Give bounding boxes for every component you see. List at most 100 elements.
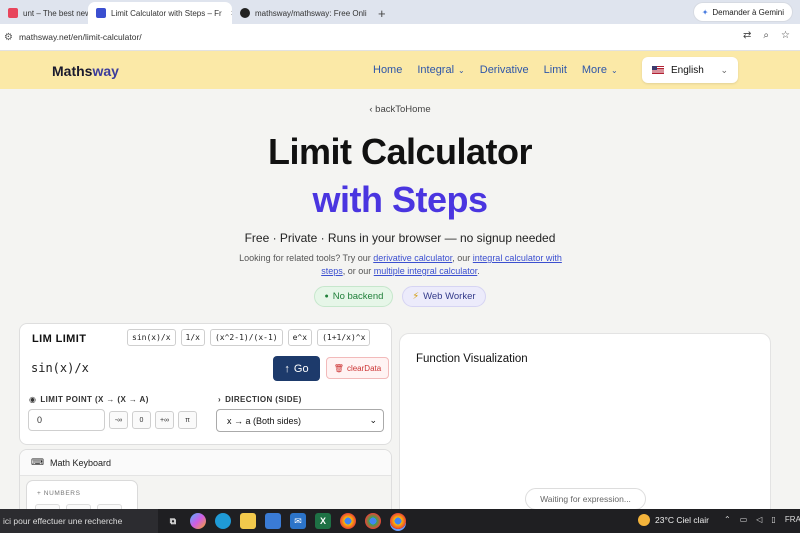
direction-label: › DIRECTION (SIDE) <box>218 395 302 404</box>
tab-favicon-icon <box>96 8 106 18</box>
visualization-status: Waiting for expression... <box>525 488 646 510</box>
nav-derivative[interactable]: Derivative <box>480 64 529 76</box>
network-icon[interactable]: ▭ <box>740 515 748 524</box>
github-icon <box>240 8 250 18</box>
chevron-down-icon: ⌄ <box>610 65 618 75</box>
dot-icon: ● <box>324 293 329 300</box>
task-view-icon[interactable]: ⧉ <box>165 513 181 529</box>
weather-sun-icon <box>638 514 650 526</box>
point-button[interactable]: 0 <box>132 411 151 429</box>
nav-limit[interactable]: Limit <box>544 64 567 76</box>
windows-taskbar: ici pour effectuer une recherche ⧉ ✉ X 2… <box>0 509 800 533</box>
chevron-down-icon: ⌄ <box>720 64 728 75</box>
nav-home[interactable]: Home <box>373 64 402 76</box>
direction-label-text: DIRECTION (SIDE) <box>225 395 302 404</box>
multiple-integral-calculator-link[interactable]: multiple integral calculator <box>374 266 478 276</box>
new-tab-button[interactable]: + <box>370 2 394 24</box>
limit-point-label: ◉ LIMIT POINT (X → (X → A) <box>29 395 149 404</box>
address-bar-actions: ⇄ ⌕ ☆ <box>743 30 790 41</box>
bookmark-star-icon[interactable]: ☆ <box>781 30 790 41</box>
related-prefix: Looking for related tools? Try our <box>239 253 374 263</box>
numbers-section-label: + NUMBERS <box>37 490 81 497</box>
point-button[interactable]: +∞ <box>155 411 174 429</box>
go-button[interactable]: ↑ Go <box>273 356 320 381</box>
point-button[interactable]: -∞ <box>109 411 128 429</box>
volume-icon[interactable]: ◁ <box>756 515 762 524</box>
language-label: English <box>671 64 704 76</box>
tab-favicon-icon <box>8 8 18 18</box>
weather-text: 23°C Ciel clair <box>655 515 709 525</box>
weather-widget[interactable]: 23°C Ciel clair <box>638 514 709 526</box>
chevron-down-icon: ⌄ <box>458 65 465 75</box>
chevron-down-icon: ⌄ <box>369 415 377 425</box>
direction-select[interactable]: x → a (Both sides) ⌄ <box>216 409 384 432</box>
preset-chip[interactable]: (1+1/x)^x <box>317 329 371 346</box>
expression-input[interactable]: sin(x)/x <box>31 361 89 375</box>
site-info-icon[interactable]: ⚙ <box>4 32 13 43</box>
preset-chip[interactable]: sin(x)/x <box>127 329 176 346</box>
related-mid: , or our <box>342 266 374 276</box>
site-logo[interactable]: Mathsway <box>52 63 119 79</box>
copilot-icon[interactable] <box>190 513 206 529</box>
mail-icon[interactable]: ✉ <box>290 513 306 529</box>
related-suffix: . <box>477 266 480 276</box>
sparkle-icon: ✦ <box>701 7 709 17</box>
preset-chip[interactable]: e^x <box>287 329 313 346</box>
related-tools-text: Looking for related tools? Try our deriv… <box>228 252 573 278</box>
language-indicator[interactable]: FRA <box>785 515 800 524</box>
keyboard-header[interactable]: ⌨ Math Keyboard <box>20 450 391 476</box>
badge-label: No backend <box>332 291 384 302</box>
edge-icon[interactable] <box>215 513 231 529</box>
file-explorer-icon[interactable] <box>240 513 256 529</box>
clear-button[interactable]: 🗑 clearData <box>326 357 389 379</box>
chevron-up-icon[interactable]: ⌃ <box>724 515 731 524</box>
tab-label: unt – The best new p <box>23 8 88 18</box>
direction-value: x → a (Both sides) <box>227 415 302 426</box>
page-title-accent: with Steps <box>312 179 488 220</box>
gemini-label: Demander à Gemini <box>712 7 784 17</box>
limit-point-input[interactable]: 0 <box>28 409 105 431</box>
language-selector[interactable]: English ⌄ <box>642 57 738 83</box>
feature-badges: ● No backend ⚡ Web Worker <box>0 286 800 307</box>
taskbar-search[interactable]: ici pour effectuer une recherche <box>0 509 158 533</box>
store-icon[interactable] <box>265 513 281 529</box>
us-flag-icon <box>652 66 664 74</box>
back-label: backToHome <box>375 104 431 115</box>
lightning-icon: ⚡ <box>412 291 420 302</box>
taskbar-apps: ⧉ ✉ X <box>165 513 406 529</box>
back-to-home-link[interactable]: ‹ backToHome <box>0 104 800 115</box>
nav-label: More <box>581 64 607 76</box>
calculator-title: LIM LIMIT <box>32 333 87 345</box>
browser-tab[interactable]: mathsway/mathsway: Free Onli × <box>232 2 370 24</box>
no-backend-badge: ● No backend <box>314 286 394 307</box>
function-visualization-panel: Function Visualization Waiting for expre… <box>399 333 771 533</box>
nav-integral[interactable]: Integral ⌄ <box>417 64 464 76</box>
chrome-active-icon[interactable] <box>390 513 406 529</box>
address-bar[interactable]: ⚙ mathsway.net/en/limit-calculator/ ⇄ ⌕ … <box>0 24 800 51</box>
nav-more[interactable]: More ⌄ <box>582 64 618 76</box>
point-button[interactable]: π <box>178 411 197 429</box>
chrome-icon[interactable] <box>365 513 381 529</box>
zoom-icon[interactable]: ⌕ <box>763 30 769 41</box>
go-label: Go <box>293 362 309 375</box>
excel-icon[interactable]: X <box>315 513 331 529</box>
browser-tab[interactable]: unt – The best new p × <box>0 2 88 24</box>
chrome-icon[interactable] <box>340 513 356 529</box>
chevron-right-icon: › <box>218 395 222 404</box>
web-worker-badge: ⚡ Web Worker <box>402 286 486 307</box>
derivative-calculator-link[interactable]: derivative calculator <box>373 253 452 263</box>
preset-chip[interactable]: (x^2-1)/(x-1) <box>209 329 283 346</box>
badge-label: Web Worker <box>423 291 476 302</box>
translate-icon[interactable]: ⇄ <box>743 30 751 41</box>
limit-calculator-panel: LIM LIMIT sin(x)/x 1/x (x^2-1)/(x-1) e^x… <box>19 323 392 445</box>
browser-tab-active[interactable]: Limit Calculator with Steps – Fr × <box>88 2 232 24</box>
related-mid: , our <box>452 253 473 263</box>
point-shortcut-buttons: -∞ 0 +∞ π <box>109 411 197 429</box>
preset-chip[interactable]: 1/x <box>180 329 205 346</box>
gemini-button[interactable]: ✦ Demander à Gemini <box>693 3 792 21</box>
tab-label: Limit Calculator with Steps – Fr <box>111 8 222 18</box>
system-tray: ⌃ ▭ ◁ ▯ FRA <box>724 515 800 524</box>
keyboard-icon: ⌨ <box>31 457 44 467</box>
browser-tab-bar: unt – The best new p × Limit Calculator … <box>0 0 800 24</box>
battery-icon[interactable]: ▯ <box>771 515 775 524</box>
